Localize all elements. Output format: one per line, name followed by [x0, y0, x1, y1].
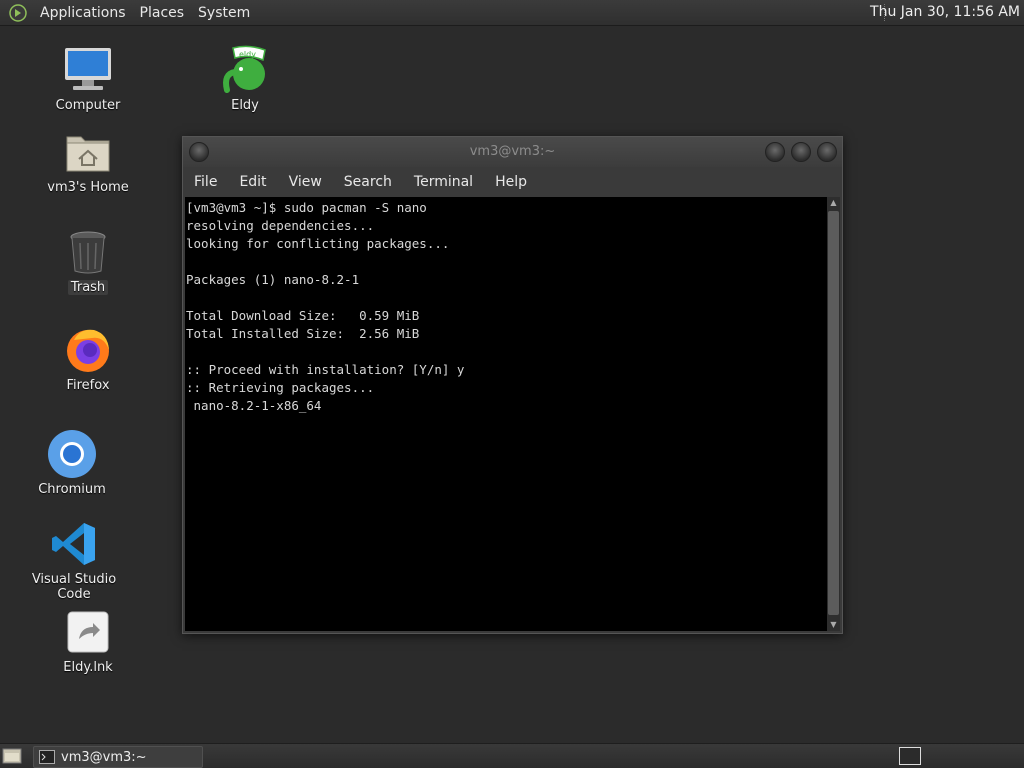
vscode-icon	[52, 523, 95, 565]
desktop-icon-computer[interactable]: Computer	[28, 44, 148, 113]
desktop-icon-label: vm3's Home	[47, 180, 129, 195]
desktop-icon-home[interactable]: vm3's Home	[28, 126, 148, 195]
workspace-switcher[interactable]	[899, 747, 921, 765]
desktop-icon-label: Eldy	[231, 98, 259, 113]
desktop-icon-vscode[interactable]: Visual Studio Code	[14, 518, 134, 602]
desktop-icon-trash[interactable]: Trash	[28, 226, 148, 295]
menu-search[interactable]: Search	[333, 174, 403, 190]
desktop-icon-firefox[interactable]: Firefox	[28, 324, 148, 393]
menu-help[interactable]: Help	[484, 174, 538, 190]
desktop-icon-label: Eldy.lnk	[63, 660, 113, 675]
maximize-button[interactable]	[791, 142, 811, 162]
desktop-icon-label: Firefox	[66, 378, 110, 393]
scrollbar-thumb[interactable]	[828, 211, 839, 615]
menu-file[interactable]: File	[183, 174, 228, 190]
mate-logo-icon[interactable]	[9, 3, 27, 22]
terminal-menubar: File Edit View Search Terminal Help	[183, 168, 842, 196]
desktop-icon-label: Computer	[55, 98, 121, 113]
trash-icon	[70, 231, 106, 274]
applications-menu[interactable]: Applications	[33, 5, 133, 21]
scroll-down-arrow-icon[interactable]: ▼	[827, 619, 840, 631]
taskbar-button-label: vm3@vm3:~	[61, 749, 147, 765]
shortcut-file-icon	[67, 611, 109, 653]
close-button[interactable]	[817, 142, 837, 162]
system-menu[interactable]: System	[191, 5, 257, 21]
places-menu[interactable]: Places	[133, 5, 192, 21]
taskbar-button-terminal[interactable]: vm3@vm3:~	[33, 746, 203, 768]
eldy-elephant-icon: eldy	[223, 45, 266, 93]
chromium-icon	[48, 430, 96, 478]
desktop-icon-label: Visual Studio Code	[31, 572, 117, 602]
computer-icon	[65, 48, 111, 90]
terminal-window[interactable]: vm3@vm3:~ File Edit View Search Terminal…	[182, 136, 843, 634]
desktop-icon-chromium[interactable]: Chromium	[12, 428, 132, 497]
top-panel: Applications Places System Thu Jan 30, 1…	[0, 0, 1024, 26]
clock[interactable]: Thu Jan 30, 11:56 AM	[870, 4, 1020, 20]
desktop-icon-eldy[interactable]: eldy Eldy	[185, 44, 305, 113]
bottom-panel: vm3@vm3:~	[0, 743, 1024, 768]
desktop-icon-label: Trash	[67, 280, 109, 295]
menu-view[interactable]: View	[278, 174, 333, 190]
menu-terminal[interactable]: Terminal	[403, 174, 484, 190]
desktop-icon-label: Chromium	[38, 482, 106, 497]
window-titlebar[interactable]: vm3@vm3:~	[183, 137, 842, 167]
terminal-output[interactable]: [vm3@vm3 ~]$ sudo pacman -S nano resolvi…	[185, 197, 827, 631]
minimize-button[interactable]	[765, 142, 785, 162]
terminal-icon	[39, 750, 55, 764]
show-desktop-icon[interactable]	[2, 747, 22, 765]
terminal-scrollbar[interactable]: ▲ ▼	[827, 197, 840, 631]
home-folder-icon	[66, 136, 110, 172]
scroll-up-arrow-icon[interactable]: ▲	[827, 197, 840, 209]
svg-text:eldy: eldy	[239, 50, 256, 59]
desktop-icon-eldy-lnk[interactable]: Eldy.lnk	[28, 606, 148, 675]
window-title: vm3@vm3:~	[469, 144, 556, 159]
menu-edit[interactable]: Edit	[228, 174, 277, 190]
firefox-icon	[67, 329, 109, 372]
